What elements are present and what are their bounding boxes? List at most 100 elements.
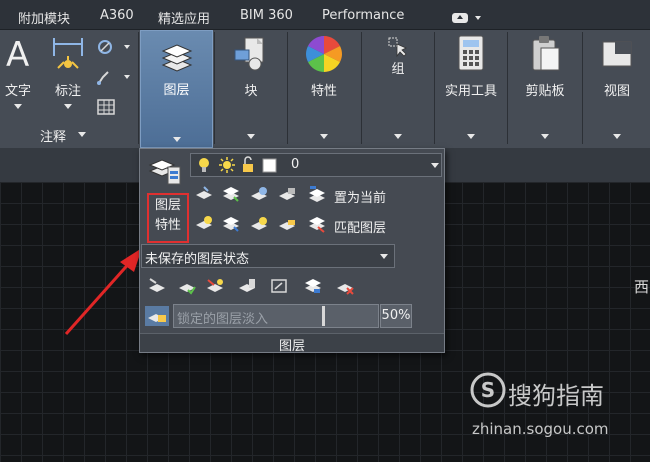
chevron-down-icon bbox=[320, 134, 328, 139]
layer-thaw-icon[interactable] bbox=[250, 215, 268, 233]
layer-previous-icon[interactable] bbox=[148, 277, 166, 295]
block-button-label: 块 bbox=[244, 84, 258, 99]
group-cursor-icon bbox=[388, 37, 407, 58]
canvas-text-fragment: 西 bbox=[634, 278, 650, 296]
dimension-button-label: 标注 bbox=[54, 84, 81, 99]
chevron-down-icon bbox=[173, 137, 181, 142]
chevron-down-icon bbox=[78, 132, 86, 137]
panel-divider bbox=[507, 32, 508, 144]
current-layer-name: 0 bbox=[291, 157, 300, 172]
text-a-icon: A bbox=[6, 35, 29, 74]
properties-button[interactable]: 特性 bbox=[289, 30, 359, 139]
chevron-down-icon bbox=[431, 163, 439, 168]
layer-state-icons bbox=[199, 156, 277, 173]
watermark-title: 搜狗指南 bbox=[508, 382, 604, 410]
layer-state-value: 未保存的图层状态 bbox=[145, 252, 250, 267]
lightbulb-icon bbox=[199, 158, 209, 172]
calculator-icon bbox=[458, 35, 484, 71]
block-button[interactable]: 块 bbox=[216, 30, 286, 139]
annotation-panel: A 文字 标注 注释 bbox=[0, 30, 137, 148]
locked-layer-fade-icon[interactable] bbox=[145, 306, 169, 326]
lock-fade-row: 锁定的图层淡入 bbox=[141, 304, 413, 328]
layer-on-icon[interactable] bbox=[195, 215, 213, 233]
chevron-down-icon bbox=[541, 134, 549, 139]
utilities-button-label: 实用工具 bbox=[444, 84, 497, 99]
unlock-icon bbox=[243, 156, 253, 172]
panel-divider bbox=[582, 32, 583, 144]
layers-stack-icon bbox=[161, 44, 193, 72]
match-layer-label[interactable]: 匹配图层 bbox=[334, 217, 386, 236]
ribbon-display-options-button[interactable] bbox=[450, 10, 484, 24]
panel-divider bbox=[434, 32, 435, 144]
change-to-current-icon[interactable] bbox=[304, 277, 322, 295]
layer-off-icon[interactable] bbox=[195, 185, 213, 203]
table-icon[interactable] bbox=[96, 98, 116, 116]
sun-icon bbox=[219, 157, 235, 173]
layers-button-label: 图层 bbox=[163, 83, 190, 98]
layer-isolate-icon[interactable] bbox=[222, 185, 240, 203]
match-layer-icon[interactable] bbox=[308, 215, 326, 233]
svg-text:A: A bbox=[6, 35, 29, 74]
clipboard-button-label: 剪贴板 bbox=[525, 84, 565, 99]
annotation-panel-footer[interactable]: 注释 bbox=[0, 126, 137, 145]
multileader-icon[interactable] bbox=[96, 68, 136, 86]
text-button[interactable]: A 文字 bbox=[0, 30, 36, 118]
dimension-button[interactable]: 标注 bbox=[44, 30, 92, 118]
chevron-down-icon bbox=[14, 104, 22, 109]
layer-delete-icon[interactable] bbox=[336, 277, 354, 295]
tab-featured-apps[interactable]: 精选应用 bbox=[158, 8, 210, 27]
copy-objects-icon[interactable] bbox=[270, 277, 288, 295]
text-button-label: 文字 bbox=[4, 84, 31, 99]
lock-fade-slider-thumb[interactable] bbox=[322, 306, 325, 326]
lock-fade-slider[interactable]: 锁定的图层淡入 bbox=[173, 304, 379, 328]
tab-performance[interactable]: Performance bbox=[322, 8, 404, 23]
linear-dimension-icon bbox=[53, 38, 83, 69]
view-button-label: 视图 bbox=[603, 84, 630, 99]
make-current-icon[interactable] bbox=[308, 185, 326, 203]
layers-panel-footer: 图层 bbox=[140, 333, 444, 354]
chevron-down-icon bbox=[467, 134, 475, 139]
group-button-label: 组 bbox=[391, 62, 405, 77]
group-button[interactable]: 组 bbox=[363, 30, 433, 139]
layers-button[interactable]: 图层 bbox=[140, 30, 213, 148]
panel-divider bbox=[214, 32, 215, 144]
lock-fade-label: 锁定的图层淡入 bbox=[177, 312, 269, 327]
utilities-button[interactable]: 实用工具 bbox=[436, 30, 506, 139]
layer-merge-icon[interactable] bbox=[206, 277, 224, 295]
clipboard-icon bbox=[532, 36, 560, 71]
layer-properties-label-line2: 特性 bbox=[154, 218, 181, 233]
layer-unisolate-icon[interactable] bbox=[222, 215, 240, 233]
clipboard-button[interactable]: 剪贴板 bbox=[509, 30, 581, 139]
layer-state-dropdown[interactable]: 未保存的图层状态 bbox=[141, 244, 395, 268]
tab-addins[interactable]: 附加模块 bbox=[18, 8, 70, 27]
panel-divider bbox=[138, 32, 139, 144]
make-current-label[interactable]: 置为当前 bbox=[334, 187, 386, 206]
view-button[interactable]: 视图 bbox=[584, 30, 650, 139]
tab-bim360[interactable]: BIM 360 bbox=[240, 8, 293, 23]
tab-a360[interactable]: A360 bbox=[100, 8, 134, 23]
layer-lock-icon[interactable] bbox=[278, 185, 296, 203]
layer-freeze-icon[interactable] bbox=[250, 185, 268, 203]
chevron-down-icon bbox=[394, 134, 402, 139]
watermark-url: zhinan.sogou.com bbox=[472, 420, 609, 438]
layer-properties-manager-icon[interactable] bbox=[148, 153, 182, 187]
ribbon: A 文字 标注 注释 图层 块 特性 组 实用工具 剪贴板 视图 bbox=[0, 30, 650, 148]
chevron-down-icon bbox=[613, 134, 621, 139]
layer-unlock-icon[interactable] bbox=[278, 215, 296, 233]
lock-fade-value[interactable]: 50% bbox=[380, 304, 412, 328]
layer-properties-label-line1: 图层 bbox=[154, 198, 181, 213]
layer-walk-icon[interactable] bbox=[178, 277, 196, 295]
block-insert-icon bbox=[234, 37, 264, 71]
layers-panel-flyout: 0 置为当前 图层 特性 匹配图层 未保存的图层状态 锁定的图层淡入 50% 图… bbox=[139, 148, 445, 354]
ribbon-tab-bar: 附加模块 A360 精选应用 BIM 360 Performance bbox=[0, 0, 650, 30]
view-layout-icon bbox=[602, 41, 632, 67]
layer-properties-button[interactable]: 图层 特性 bbox=[147, 193, 189, 243]
sogou-logo-icon: S bbox=[470, 372, 506, 408]
leader-circle-icon[interactable] bbox=[96, 38, 136, 56]
layer-translate-icon[interactable] bbox=[238, 277, 256, 295]
layer-dropdown[interactable]: 0 bbox=[190, 153, 442, 177]
sogou-watermark: S 搜狗指南 zhinan.sogou.com bbox=[470, 372, 650, 442]
red-arrow-annotation bbox=[64, 248, 142, 335]
svg-text:S: S bbox=[481, 378, 495, 402]
annotation-panel-title: 注释 bbox=[40, 130, 67, 145]
